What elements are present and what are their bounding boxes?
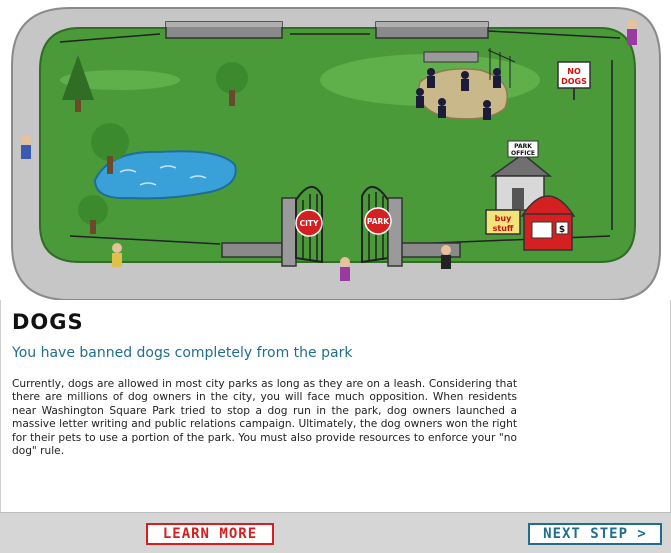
info-panel: DOGS You have banned dogs completely fro… [0, 300, 671, 512]
walker-bottom-left [112, 243, 122, 267]
walker-bottom-right [441, 245, 451, 269]
no-dogs-sign-line-1: NO [567, 67, 581, 76]
page-subtitle: You have banned dogs completely from the… [12, 345, 353, 361]
tent-sign: $ [559, 225, 565, 235]
footer-bar: LEARN MORE NEXT STEP > [0, 512, 671, 553]
park-office-sign-line-2: OFFICE [511, 150, 535, 157]
park-scene: NO DOGS PARK OFFICE buy stuff $ CITY PAR… [0, 0, 671, 300]
walker-top-right [627, 19, 637, 45]
walker-bottom-center [340, 257, 350, 281]
description-text: Currently, dogs are allowed in most city… [12, 378, 517, 458]
page-title: DOGS [12, 310, 84, 334]
next-step-button[interactable]: NEXT STEP > [528, 523, 662, 545]
gate-right-sign: PARK [367, 217, 390, 226]
bench-top-left [165, 21, 283, 39]
buy-stuff-sign-line-2: stuff [493, 224, 514, 233]
bench-bottom-left [221, 242, 283, 258]
bench-top-right [375, 21, 489, 39]
learn-more-button[interactable]: LEARN MORE [146, 523, 274, 545]
buy-stuff-sign-line-1: buy [495, 214, 512, 223]
buy-stuff-sign: buy stuff [485, 209, 521, 235]
no-dogs-sign-line-2: DOGS [561, 77, 587, 86]
walker-left [21, 135, 31, 159]
park-office-sign-line-1: PARK [514, 143, 532, 150]
gate-left-sign: CITY [300, 219, 319, 228]
